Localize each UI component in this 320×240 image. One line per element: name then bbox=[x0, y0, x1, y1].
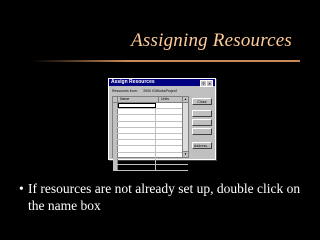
bullet-icon: • bbox=[19, 181, 24, 196]
name-cell[interactable] bbox=[118, 103, 156, 109]
resources-from-label: Resources from: bbox=[112, 89, 138, 93]
remove-button[interactable] bbox=[192, 119, 212, 126]
resources-from-row: Resources from: '2000 IGWorksProject' bbox=[112, 89, 177, 93]
grid-scrollbar[interactable]: ▲ ▼ bbox=[182, 97, 188, 157]
grid-rows bbox=[113, 103, 188, 172]
dialog-titlebar[interactable]: Assign Resources ? × bbox=[109, 79, 215, 87]
close-icon[interactable]: × bbox=[206, 80, 213, 87]
replace-button[interactable] bbox=[192, 128, 212, 135]
name-cell[interactable] bbox=[118, 164, 156, 171]
bullet-text: If resources are not already set up, dou… bbox=[28, 181, 301, 213]
slide-title: Assigning Resources bbox=[131, 30, 292, 51]
scroll-down-icon[interactable]: ▼ bbox=[183, 151, 188, 157]
name-column-header[interactable]: Name bbox=[118, 97, 159, 102]
name-cell[interactable] bbox=[118, 140, 156, 146]
address-button[interactable]: Address... bbox=[192, 142, 212, 149]
assign-resources-dialog: Assign Resources ? × Resources from: '20… bbox=[108, 78, 216, 172]
name-cell[interactable] bbox=[118, 133, 156, 140]
name-cell[interactable] bbox=[118, 158, 156, 164]
assign-button[interactable] bbox=[192, 110, 212, 117]
close-button[interactable]: Close bbox=[192, 98, 212, 105]
table-row[interactable] bbox=[113, 164, 188, 172]
name-cell[interactable] bbox=[118, 121, 156, 127]
name-cell[interactable] bbox=[118, 109, 156, 115]
bullet-item: • If resources are not already set up, d… bbox=[19, 180, 308, 214]
resources-from-value: '2000 IGWorksProject' bbox=[142, 89, 178, 93]
name-cell[interactable] bbox=[118, 115, 156, 121]
name-cell[interactable] bbox=[118, 152, 156, 158]
dialog-title: Assign Resources bbox=[111, 79, 155, 85]
title-divider bbox=[32, 60, 300, 62]
resource-grid[interactable]: Name Units ▲ ▼ bbox=[112, 96, 189, 172]
units-cell[interactable] bbox=[156, 159, 188, 164]
scroll-up-icon[interactable]: ▲ bbox=[183, 97, 188, 103]
name-cell[interactable] bbox=[118, 146, 156, 152]
name-cell[interactable] bbox=[118, 127, 156, 133]
units-cell[interactable] bbox=[156, 165, 188, 170]
